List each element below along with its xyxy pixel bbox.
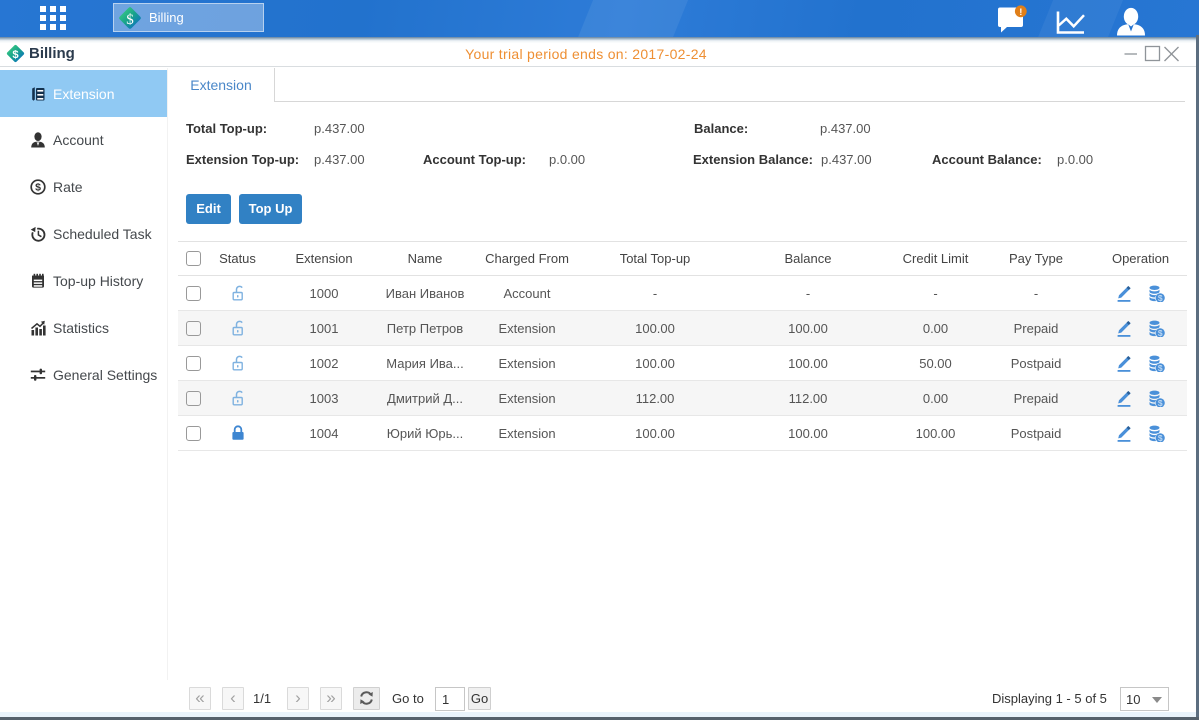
svg-text:!: ! [1019,7,1022,18]
svg-text:$: $ [126,12,134,28]
svg-text:$: $ [35,181,41,193]
